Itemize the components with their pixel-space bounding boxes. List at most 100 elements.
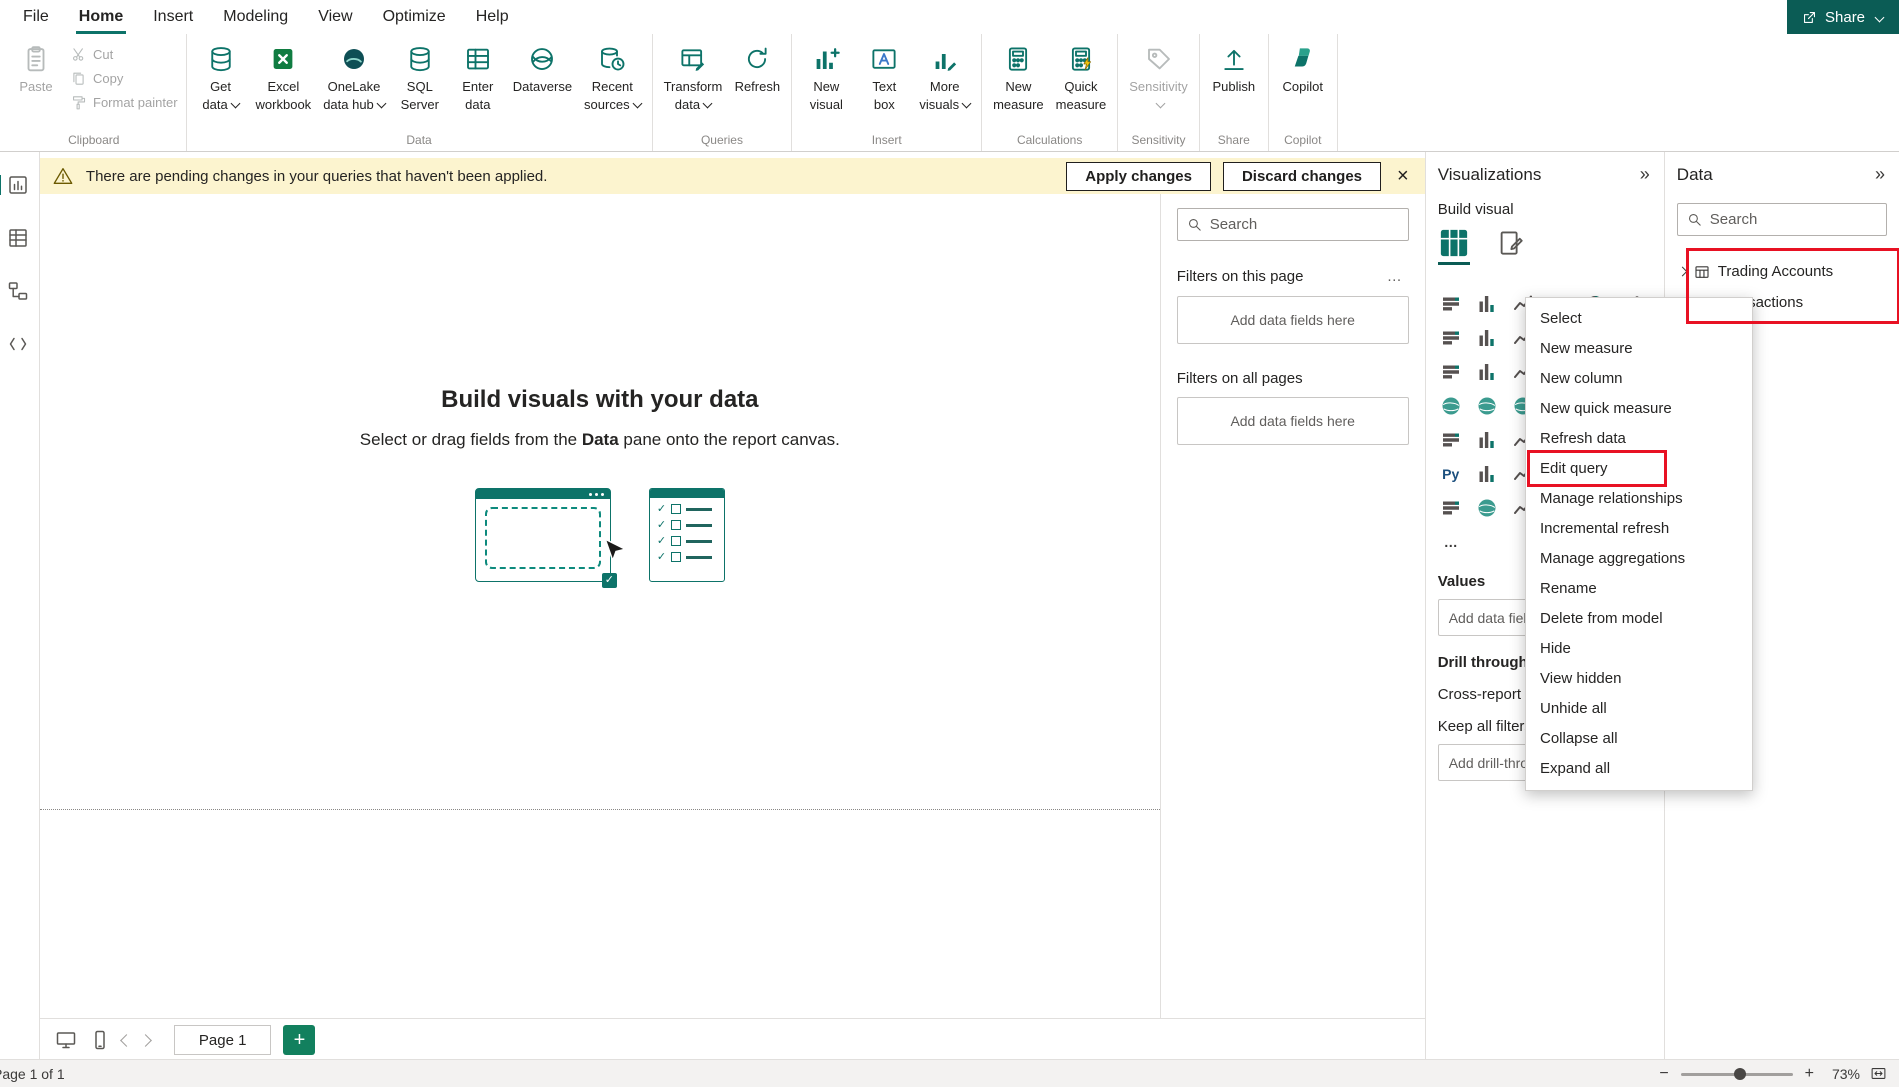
status-bar: Page 1 of 1 − + 73% (0, 1059, 1899, 1087)
build-visual-icon[interactable] (1438, 228, 1470, 265)
visual-type-key-influencers-icon[interactable] (1474, 461, 1500, 487)
menu-home[interactable]: Home (64, 0, 138, 34)
more-options-icon[interactable]: … (1381, 267, 1409, 286)
sql-server-icon (405, 44, 435, 77)
format-visual-icon[interactable] (1496, 228, 1526, 258)
desktop-view-icon[interactable] (54, 1028, 78, 1052)
data-table-trading-accounts[interactable]: Trading Accounts (1677, 256, 1887, 287)
discard-changes-button[interactable]: Discard changes (1223, 162, 1381, 191)
ribbon-sensitivity-button[interactable]: Sensitivity (1124, 38, 1193, 115)
menu-item-view-hidden[interactable]: View hidden (1526, 664, 1752, 694)
table-view-icon[interactable] (6, 225, 32, 251)
menu-help[interactable]: Help (461, 0, 524, 34)
visual-type-filled-map-icon[interactable] (1474, 393, 1500, 419)
menu-item-new-column[interactable]: New column (1526, 364, 1752, 394)
zoom-out-button[interactable]: − (1657, 1065, 1670, 1083)
ribbon-dataverse-button[interactable]: Dataverse (508, 38, 577, 97)
data-search-input[interactable]: Search (1677, 203, 1887, 236)
menu-modeling[interactable]: Modeling (208, 0, 303, 34)
canvas-subtitle: Select or drag fields from the Data pane… (360, 430, 840, 450)
menubar: FileHomeInsertModelingViewOptimizeHelp S… (0, 0, 1899, 34)
visual-type-map-icon[interactable] (1438, 393, 1464, 419)
menu-item-manage-aggregations[interactable]: Manage aggregations (1526, 544, 1752, 574)
ribbon-excel-workbook-button[interactable]: Excelworkbook (251, 38, 317, 115)
ribbon-group-copilot: CopilotCopilot (1269, 34, 1338, 151)
menu-item-rename[interactable]: Rename (1526, 574, 1752, 604)
ribbon-recent-sources-button[interactable]: Recentsources (579, 38, 646, 115)
collapse-pane-icon[interactable]: » (1873, 164, 1887, 185)
get-data-icon (206, 44, 236, 77)
menu-insert[interactable]: Insert (138, 0, 208, 34)
zoom-slider[interactable] (1681, 1067, 1793, 1081)
ribbon-more-visuals-button[interactable]: Morevisuals (914, 38, 975, 115)
ribbon-quick-measure-button[interactable]: Quickmeasure (1051, 38, 1112, 115)
menu-optimize[interactable]: Optimize (368, 0, 461, 34)
ribbon-format-painter-button[interactable]: Format painter (70, 94, 178, 111)
visual-type-multirow-card-icon[interactable] (1438, 427, 1464, 453)
menu-view[interactable]: View (303, 0, 367, 34)
fit-to-page-icon[interactable] (1870, 1065, 1887, 1082)
zoom-slider-thumb[interactable] (1734, 1068, 1746, 1080)
ribbon-text-box-button[interactable]: Textbox (856, 38, 912, 115)
previous-page-arrow[interactable] (122, 1033, 131, 1048)
filters-page-dropzone[interactable]: Add data fields here (1177, 296, 1409, 344)
menu-item-collapse-all[interactable]: Collapse all (1526, 724, 1752, 754)
ribbon-copy-button[interactable]: Copy (70, 70, 178, 87)
ribbon-get-data-button[interactable]: Getdata (193, 38, 249, 115)
ribbon-new-visual-button[interactable]: Newvisual (798, 38, 854, 115)
visual-type-line-icon[interactable] (1438, 325, 1464, 351)
visual-type-python-icon[interactable]: Py (1438, 461, 1464, 487)
ribbon-refresh-button[interactable]: Refresh (729, 38, 785, 97)
visual-type-clustered-bar-icon[interactable] (1474, 291, 1500, 317)
visual-type-arcgis-map-icon[interactable] (1474, 495, 1500, 521)
menu-item-refresh-data[interactable]: Refresh data (1526, 424, 1752, 454)
ribbon-enter-data-button[interactable]: Enterdata (450, 38, 506, 115)
menu-item-hide[interactable]: Hide (1526, 634, 1752, 664)
menu-item-edit-query[interactable]: Edit query (1526, 454, 1752, 484)
menu-item-expand-all[interactable]: Expand all (1526, 754, 1752, 784)
ribbon-new-measure-button[interactable]: Newmeasure (988, 38, 1049, 115)
menu-item-incremental-refresh[interactable]: Incremental refresh (1526, 514, 1752, 544)
visual-type-paginated-report-icon[interactable] (1438, 495, 1464, 521)
visual-type-funnel-icon[interactable] (1474, 359, 1500, 385)
collapse-pane-icon[interactable]: » (1638, 164, 1652, 185)
ribbon-group-label: Sensitivity (1124, 132, 1193, 151)
model-view-icon[interactable] (6, 278, 32, 304)
ribbon-onelake-data-hub-button[interactable]: OneLakedata hub (318, 38, 390, 115)
menu-item-manage-relationships[interactable]: Manage relationships (1526, 484, 1752, 514)
page-tab[interactable]: Page 1 (174, 1025, 272, 1055)
report-view-icon[interactable] (6, 172, 32, 198)
apply-changes-button[interactable]: Apply changes (1066, 162, 1211, 191)
refresh-icon (742, 44, 772, 77)
ribbon-transform-data-button[interactable]: Transformdata (659, 38, 728, 115)
ribbon-copilot-button[interactable]: Copilot (1275, 38, 1331, 97)
ribbon-paste-button[interactable]: Paste (8, 38, 64, 97)
visual-type-kpi-icon[interactable] (1474, 427, 1500, 453)
dax-query-view-icon[interactable] (6, 331, 32, 357)
visual-type-area-icon[interactable] (1474, 325, 1500, 351)
filters-all-pages-dropzone[interactable]: Add data fields here (1177, 397, 1409, 445)
visual-type-ellipsis-icon[interactable]: … (1438, 529, 1464, 555)
report-canvas[interactable]: Build visuals with your data Select or d… (40, 194, 1160, 1018)
filters-search-input[interactable]: Search (1177, 208, 1409, 241)
build-visual-label: Build visual (1438, 201, 1652, 218)
search-placeholder: Search (1210, 216, 1258, 233)
menu-item-new-measure[interactable]: New measure (1526, 334, 1752, 364)
next-page-arrow[interactable] (141, 1033, 150, 1048)
ribbon-sql-server-button[interactable]: SQLServer (392, 38, 448, 115)
menu-file[interactable]: File (8, 0, 64, 34)
ribbon-cut-button[interactable]: Cut (70, 46, 178, 63)
menu-item-select[interactable]: Select (1526, 304, 1752, 334)
add-page-button[interactable]: + (283, 1025, 315, 1055)
zoom-in-button[interactable]: + (1803, 1065, 1816, 1083)
menu-item-unhide-all[interactable]: Unhide all (1526, 694, 1752, 724)
visual-type-waterfall-icon[interactable] (1438, 359, 1464, 385)
menu-item-new-quick-measure[interactable]: New quick measure (1526, 394, 1752, 424)
mobile-view-icon[interactable] (88, 1028, 112, 1052)
ribbon-publish-button[interactable]: Publish (1206, 38, 1262, 97)
share-button[interactable]: Share (1787, 0, 1899, 34)
visual-type-stacked-bar-icon[interactable] (1438, 291, 1464, 317)
menu-item-delete-from-model[interactable]: Delete from model (1526, 604, 1752, 634)
enter-data-icon (463, 44, 493, 77)
close-icon[interactable]: × (1393, 166, 1413, 186)
